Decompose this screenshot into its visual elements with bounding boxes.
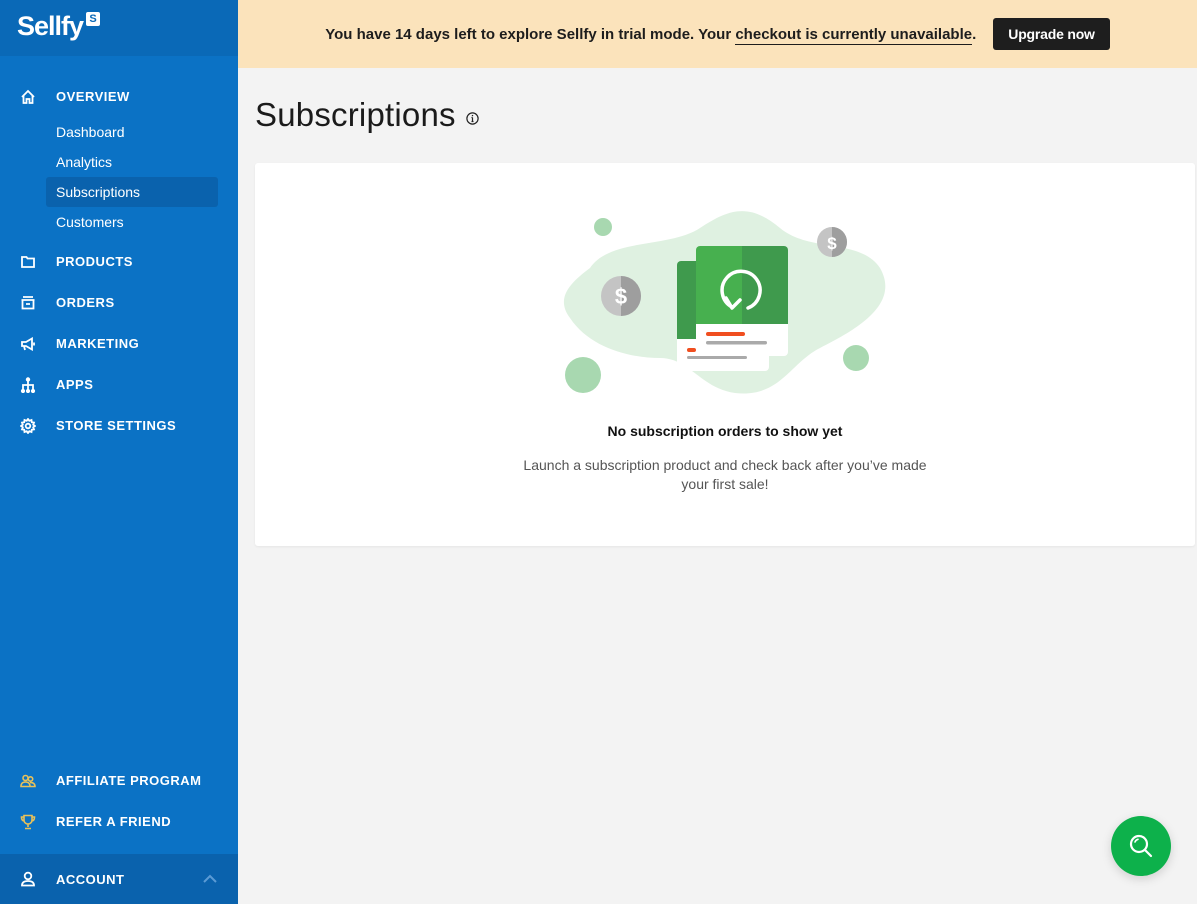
- subscription-illustration: $ $: [563, 211, 886, 394]
- trophy-icon: [18, 812, 38, 832]
- trial-banner-text: You have 14 days left to explore Sellfy …: [325, 25, 977, 45]
- nav-affiliate-label: AFFILIATE PROGRAM: [56, 773, 202, 788]
- nav-marketing[interactable]: MARKETING: [0, 323, 238, 364]
- sidebar-item-analytics[interactable]: Analytics: [46, 147, 218, 177]
- nav-products[interactable]: PRODUCTS: [0, 241, 238, 282]
- trial-banner-message: You have 14 days left to explore Sellfy …: [325, 25, 736, 43]
- sidebar-item-subscriptions[interactable]: Subscriptions: [46, 177, 218, 207]
- search-icon: [1128, 833, 1154, 859]
- nav-refer-label: REFER A FRIEND: [56, 814, 172, 829]
- overview-submenu: Dashboard Analytics Subscriptions Custom…: [0, 117, 238, 237]
- brand-badge: S: [86, 12, 101, 26]
- account-label: ACCOUNT: [56, 871, 125, 887]
- nav-overview-label: OVERVIEW: [56, 89, 130, 104]
- nav-affiliate-program[interactable]: AFFILIATE PROGRAM: [0, 760, 238, 801]
- nav-apps[interactable]: APPS: [0, 364, 238, 405]
- sidebar-item-dashboard[interactable]: Dashboard: [46, 117, 218, 147]
- sidebar: Sellfy S OVERVIEW Dashboard Analytics Su…: [0, 0, 238, 904]
- affiliate-icon: [18, 771, 38, 791]
- gear-icon: [18, 416, 38, 436]
- nav-apps-label: APPS: [56, 377, 94, 392]
- empty-state-card: $ $ No subscription orders to show yet L…: [255, 163, 1195, 546]
- nav-orders-label: ORDERS: [56, 295, 115, 310]
- decor-circle-small: [594, 218, 612, 236]
- decor-circle-large: [565, 357, 601, 393]
- logo[interactable]: Sellfy S: [0, 0, 238, 56]
- brand-name: Sellfy: [17, 11, 84, 41]
- upgrade-now-button[interactable]: Upgrade now: [993, 18, 1110, 50]
- svg-text:$: $: [615, 284, 627, 309]
- box-icon: [18, 293, 38, 313]
- front-card: [696, 246, 788, 356]
- page-title: Subscriptions: [255, 96, 456, 133]
- empty-state-title: No subscription orders to show yet: [607, 423, 843, 439]
- nav-store-settings[interactable]: STORE SETTINGS: [0, 405, 238, 446]
- folder-icon: [18, 252, 38, 272]
- nav-marketing-label: MARKETING: [56, 336, 140, 351]
- dollar-coin-left-icon: $: [601, 276, 641, 316]
- nav-store-settings-label: STORE SETTINGS: [56, 418, 177, 433]
- hierarchy-icon: [18, 375, 38, 395]
- nav-overview[interactable]: OVERVIEW: [0, 76, 238, 117]
- page-header: Subscriptions: [255, 96, 479, 134]
- nav-orders[interactable]: ORDERS: [0, 282, 238, 323]
- home-icon: [18, 87, 38, 107]
- sidebar-item-customers[interactable]: Customers: [46, 207, 218, 237]
- info-icon[interactable]: [466, 111, 479, 125]
- account-menu[interactable]: ACCOUNT: [0, 854, 238, 904]
- megaphone-icon: [18, 334, 38, 354]
- trial-banner-period: .: [972, 25, 977, 43]
- help-search-button[interactable]: [1111, 816, 1171, 876]
- user-icon: [18, 869, 38, 889]
- dollar-coin-right-icon: $: [817, 227, 847, 257]
- nav-refer-a-friend[interactable]: REFER A FRIEND: [0, 801, 238, 842]
- svg-text:$: $: [827, 234, 837, 253]
- nav-products-label: PRODUCTS: [56, 254, 133, 269]
- empty-state-description: Launch a subscription product and check …: [523, 457, 927, 492]
- trial-banner: You have 14 days left to explore Sellfy …: [238, 0, 1197, 68]
- sidebar-bottom-links: AFFILIATE PROGRAM REFER A FRIEND: [0, 760, 238, 842]
- chevron-up-icon[interactable]: [202, 871, 218, 889]
- checkout-unavailable-link[interactable]: checkout is currently unavailable: [735, 25, 973, 45]
- decor-circle-right: [843, 345, 869, 371]
